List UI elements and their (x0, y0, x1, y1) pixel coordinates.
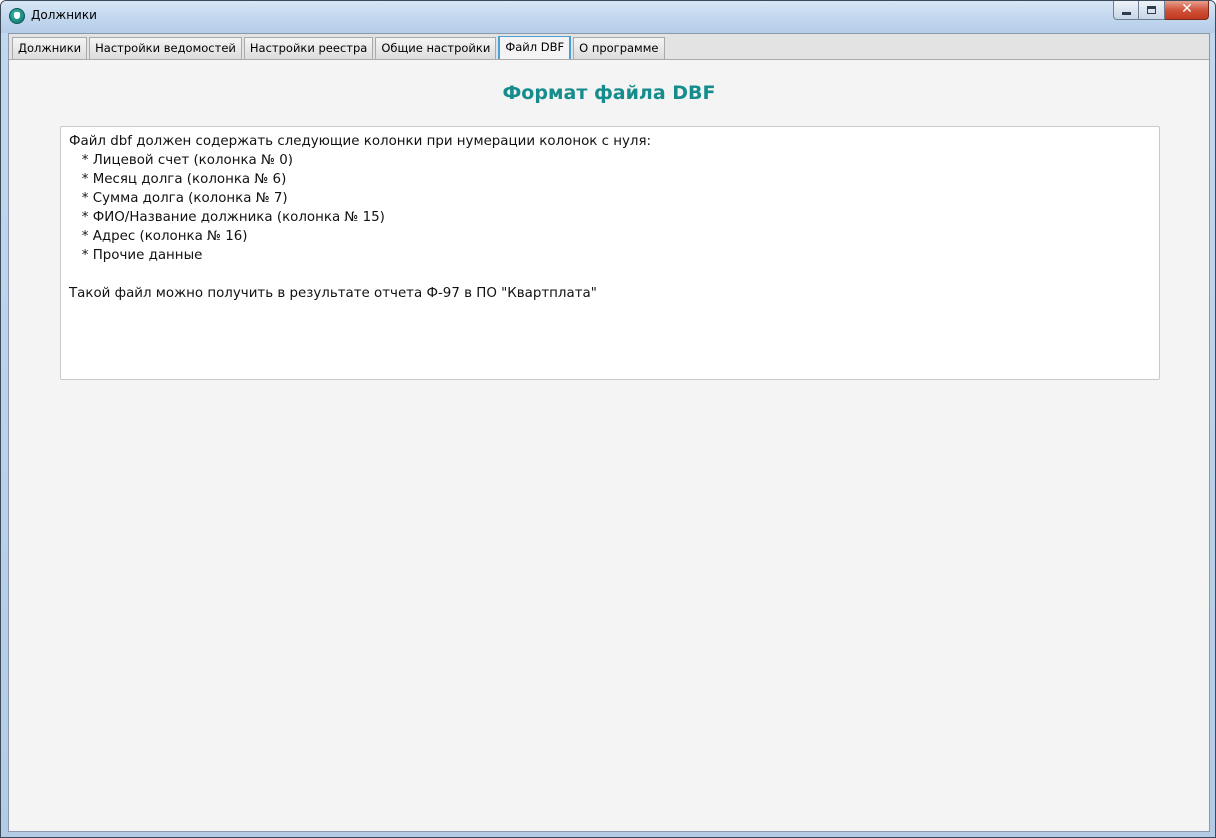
close-button[interactable]: ✕ (1165, 1, 1209, 20)
window-controls: ✕ (1113, 1, 1209, 21)
window-title: Должники (31, 8, 97, 22)
title-bar[interactable]: Должники ✕ (1, 1, 1215, 33)
tab-debtors[interactable]: Должники (12, 37, 88, 59)
page-title: Формат файла DBF (502, 82, 716, 104)
tab-about[interactable]: О программе (573, 37, 665, 59)
dbf-format-description[interactable]: Файл dbf должен содержать следующие коло… (60, 126, 1160, 380)
close-icon: ✕ (1181, 1, 1193, 17)
tab-strip: Должники Настройки ведомостей Настройки … (9, 34, 1209, 60)
maximize-icon (1147, 6, 1156, 14)
tab-dbf-file[interactable]: Файл DBF (498, 36, 572, 59)
minimize-icon (1122, 12, 1131, 15)
tab-general-settings[interactable]: Общие настройки (375, 37, 497, 59)
minimize-button[interactable] (1113, 1, 1139, 20)
tab-registry-settings[interactable]: Настройки реестра (243, 37, 374, 59)
app-window: Должники ✕ Должники Настройки ведомостей… (0, 0, 1216, 838)
tab-statement-settings[interactable]: Настройки ведомостей (89, 37, 242, 59)
maximize-button[interactable] (1139, 1, 1165, 20)
app-icon (9, 8, 25, 24)
client-area: Должники Настройки ведомостей Настройки … (8, 33, 1210, 832)
tab-list: Должники Настройки ведомостей Настройки … (12, 36, 665, 59)
